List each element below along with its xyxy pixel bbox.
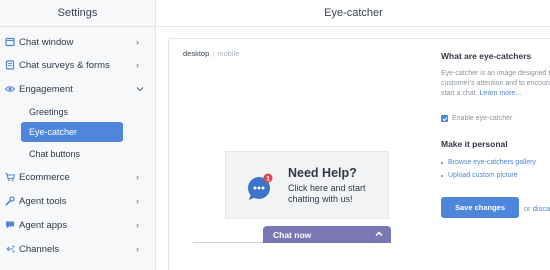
chevron-right-icon: › [136, 244, 139, 254]
chat-now-bar[interactable]: Chat now [263, 226, 391, 243]
description: Eye-catcher is an image designed to grab… [441, 69, 550, 99]
chat-now-label: Chat now [273, 229, 312, 240]
sidebar-item-ecommerce[interactable]: Ecommerce › [0, 165, 156, 189]
chat-bubble-icon [5, 220, 15, 230]
sidebar-title: Settings [0, 0, 155, 27]
channels-icon [5, 244, 15, 254]
notification-count: 1 [266, 176, 270, 183]
eye-catcher-image[interactable]: 1 Need Help? Click here and start chatti… [225, 151, 389, 219]
sidebar-item-agent-apps[interactable]: Agent apps › [0, 213, 156, 237]
chevron-right-icon: › [136, 196, 139, 206]
eye-catcher-text: Click here and start chatting with us! [288, 183, 366, 204]
sidebar-subitem-eye-catcher[interactable]: Eye-catcher [21, 122, 123, 142]
chevron-right-icon: › [136, 172, 139, 182]
sidebar-item-label: Agent tools [19, 195, 67, 207]
sidebar-subitem-greetings[interactable]: Greetings [21, 102, 123, 122]
chat-bubble-badge-icon: 1 [246, 172, 274, 200]
learn-more-link[interactable]: Learn more... [480, 90, 522, 97]
enable-eye-catcher-label: Enable eye-catcher [452, 115, 513, 122]
sidebar-item-label: Channels [19, 243, 60, 255]
sidebar-item-label: Chat surveys & forms [19, 59, 110, 71]
form-icon [5, 60, 15, 70]
heading-what-are-eye-catchers: What are eye-catchers [441, 51, 532, 61]
sidebar-item-label: Ecommerce [19, 171, 70, 183]
browse-gallery-link[interactable]: Browse eye-catchers gallery [441, 159, 536, 166]
upload-picture-label: Upload custom picture [448, 172, 518, 179]
bullet-icon [441, 174, 443, 177]
upload-picture-link[interactable]: Upload custom picture [441, 172, 518, 179]
sidebar-item-chat-window[interactable]: Chat window › [0, 30, 156, 54]
chevron-right-icon: › [136, 220, 139, 230]
save-changes-button[interactable]: Save changes [441, 197, 519, 218]
chevron-down-icon [136, 84, 144, 94]
device-toggle: desktop | mobile [183, 49, 239, 58]
enable-eye-catcher-row[interactable]: Enable eye-catcher [441, 115, 512, 122]
discard-link[interactable]: discard [533, 204, 550, 213]
eye-catcher-title: Need Help? [288, 166, 357, 180]
sidebar-item-chat-surveys[interactable]: Chat surveys & forms › [0, 53, 156, 77]
chevron-right-icon: › [136, 37, 139, 47]
settings-panel: What are eye-catchers Eye-catcher is an … [440, 39, 550, 270]
chevron-up-icon [374, 229, 384, 239]
cart-icon [5, 172, 15, 182]
page-title: Eye-catcher [157, 0, 550, 27]
sidebar: Settings Chat window › Chat surveys & fo… [0, 0, 156, 270]
sidebar-item-label: Engagement [19, 83, 73, 95]
window-icon [5, 37, 15, 47]
browse-gallery-label: Browse eye-catchers gallery [448, 159, 536, 166]
sidebar-item-label: Chat window [19, 36, 74, 48]
chevron-right-icon: › [136, 60, 139, 70]
heading-make-it-personal: Make it personal [441, 139, 508, 149]
enable-eye-catcher-checkbox[interactable] [441, 115, 448, 122]
bullet-icon [441, 161, 443, 164]
sidebar-item-channels[interactable]: Channels › [0, 237, 156, 261]
wrench-icon [5, 196, 15, 206]
toggle-separator: | [212, 49, 215, 58]
eye-catcher-preview: desktop | mobile 1 Need Help? Click here… [169, 39, 427, 270]
sidebar-item-label: Agent apps [19, 219, 68, 231]
sidebar-item-agent-tools[interactable]: Agent tools › [0, 189, 156, 213]
eye-icon [5, 84, 15, 94]
sidebar-subitem-chat-buttons[interactable]: Chat buttons [21, 144, 123, 164]
sidebar-item-engagement[interactable]: Engagement [0, 77, 156, 101]
or-label: or [524, 204, 531, 213]
eye-catcher-settings-card: desktop | mobile 1 Need Help? Click here… [168, 38, 550, 270]
discard-area: or discard [524, 204, 550, 213]
toggle-desktop[interactable]: desktop [183, 49, 209, 58]
toggle-mobile[interactable]: mobile [217, 49, 239, 58]
